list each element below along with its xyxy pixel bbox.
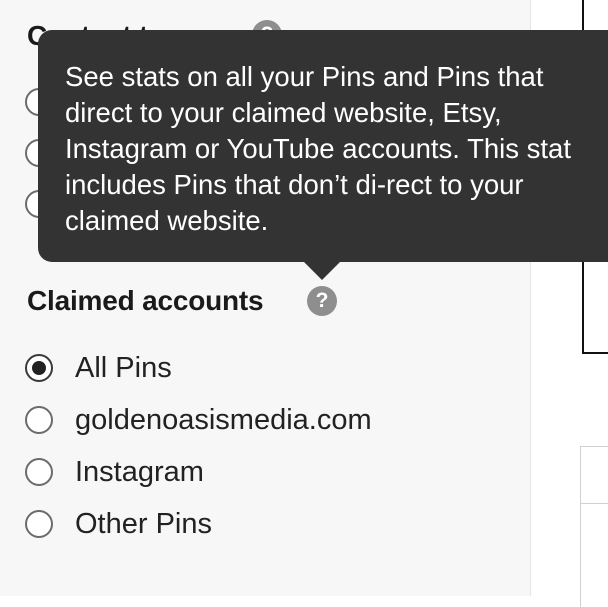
radio-unselected-icon[interactable]	[25, 458, 53, 486]
radio-label: Instagram	[75, 455, 204, 488]
radio-unselected-icon[interactable]	[25, 510, 53, 538]
tooltip-arrow	[302, 260, 342, 280]
question-icon[interactable]: ?	[307, 286, 337, 316]
data-table	[580, 446, 608, 607]
help-tooltip: See stats on all your Pins and Pins that…	[38, 30, 608, 262]
claimed-accounts-title: Claimed accounts	[27, 285, 264, 316]
radio-all-pins[interactable]: All Pins	[25, 348, 172, 388]
table-divider	[581, 503, 608, 504]
radio-label: goldenoasismedia.com	[75, 403, 372, 436]
radio-other-pins[interactable]: Other Pins	[25, 504, 212, 544]
radio-instagram[interactable]: Instagram	[25, 452, 204, 492]
radio-selected-icon[interactable]	[25, 354, 53, 382]
radio-website[interactable]: goldenoasismedia.com	[25, 400, 372, 440]
tooltip-text: See stats on all your Pins and Pins that…	[65, 61, 571, 236]
radio-label: All Pins	[75, 351, 172, 384]
radio-unselected-icon[interactable]	[25, 406, 53, 434]
radio-label: Other Pins	[75, 507, 212, 540]
